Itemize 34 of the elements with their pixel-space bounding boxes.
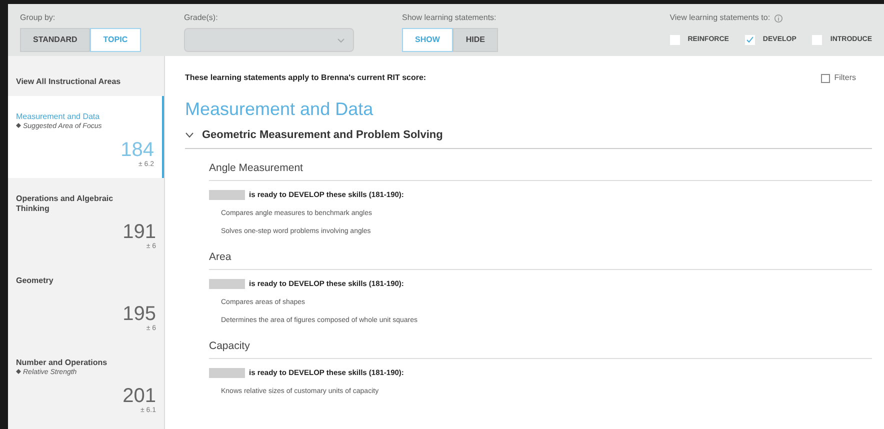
area-score: 201 xyxy=(122,386,156,406)
checkbox[interactable] xyxy=(744,35,755,45)
filters-button[interactable]: Filters xyxy=(821,72,856,84)
area-score: 184 xyxy=(120,140,154,160)
show-statements-label: Show learning statements: xyxy=(402,12,498,24)
chevron-icon xyxy=(185,132,194,138)
grade-label: Grade(s): xyxy=(184,12,219,24)
segment-tab[interactable]: STANDARD xyxy=(20,28,90,52)
area-name: Geometry xyxy=(16,276,54,286)
topic-title: Capacity xyxy=(209,338,872,360)
intro-text: These learning statements apply to Brenna's current RIT score: xyxy=(185,72,426,84)
view-all-link[interactable]: View All Instructional Areas xyxy=(8,56,164,96)
topic-title: Area xyxy=(209,250,872,270)
section-header[interactable]: Geometric Measurement and Problem Solving xyxy=(185,127,872,148)
segment-tab[interactable]: HIDE xyxy=(452,28,498,52)
checkbox[interactable] xyxy=(670,35,680,45)
area-score: 191 xyxy=(122,222,156,242)
area-title: Measurement and Data xyxy=(185,98,374,121)
diamond-icon xyxy=(16,123,21,128)
area-name: Number and Operations xyxy=(16,358,108,368)
caret-icon xyxy=(337,38,345,42)
group-by-label: Group by: xyxy=(20,12,56,24)
checkbox[interactable] xyxy=(812,35,822,45)
redacted-name-bar xyxy=(209,190,245,200)
redacted-name-bar xyxy=(209,278,245,289)
diamond-icon xyxy=(16,369,21,374)
filter-icon xyxy=(821,74,830,82)
area-name: Measurement and Data xyxy=(16,112,101,122)
area-score: 195 xyxy=(122,304,156,324)
info-icon[interactable] xyxy=(774,14,784,22)
topic-title: Angle Measurement xyxy=(209,160,872,182)
redacted-name-bar xyxy=(209,368,245,378)
area-name: Operations and Algebraic Thinking xyxy=(16,194,114,214)
view-statements-label: View learning statements to: xyxy=(670,12,770,24)
